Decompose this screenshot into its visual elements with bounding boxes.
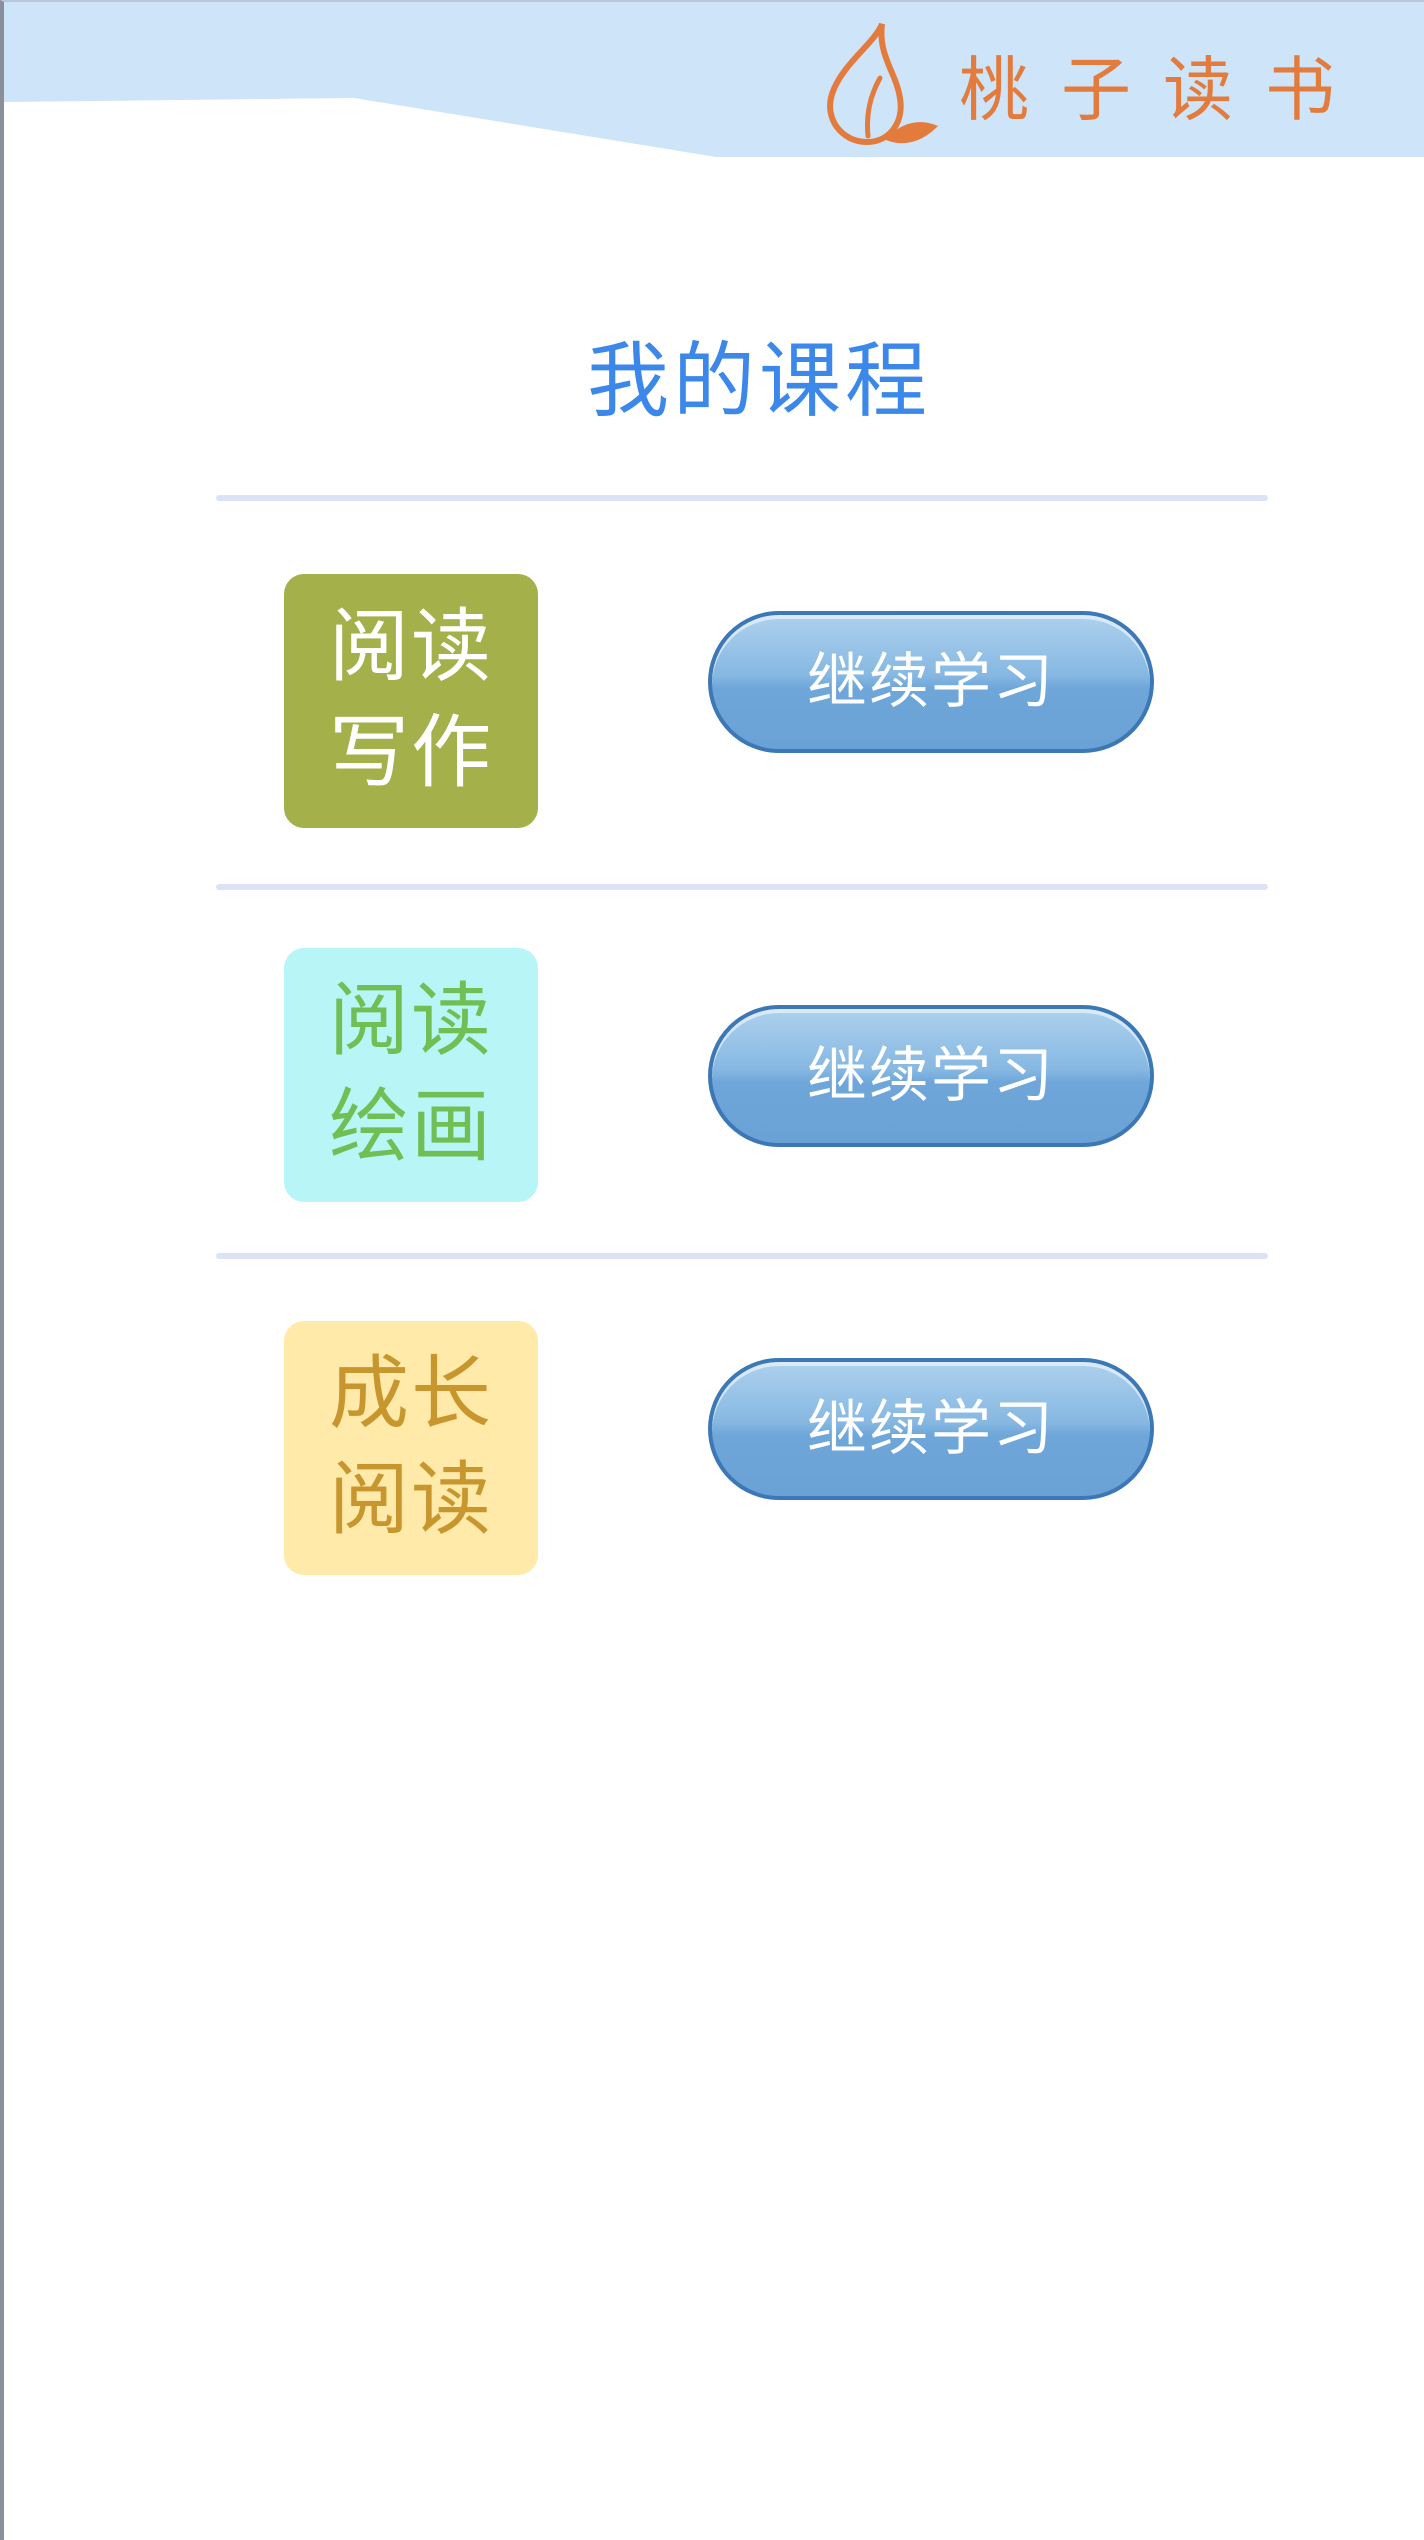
course-tile-line: 成长 [329, 1347, 493, 1440]
divider [216, 884, 1268, 890]
brand-name: 桃子读书 [959, 49, 1367, 131]
continue-learning-button[interactable]: 继续学习 [708, 1005, 1154, 1147]
continue-learning-button[interactable]: 继续学习 [708, 1358, 1154, 1500]
course-tile-line: 阅读 [329, 974, 493, 1067]
course-tile-line: 写作 [329, 706, 493, 799]
course-tile-line: 绘画 [329, 1080, 493, 1173]
course-tile-line: 阅读 [329, 1453, 493, 1546]
app-frame: 桃子读书 我的课程 阅读 写作 继续学习 阅读 绘画 继续学习 成长 阅读 继续… [0, 0, 1424, 2540]
course-tile-line: 阅读 [329, 600, 493, 693]
course-tile-growth-reading[interactable]: 成长 阅读 [284, 1321, 538, 1575]
course-tile-reading-writing[interactable]: 阅读 写作 [284, 574, 538, 828]
course-tile-reading-drawing[interactable]: 阅读 绘画 [284, 948, 538, 1202]
divider [216, 495, 1268, 501]
peach-icon [827, 22, 938, 146]
divider [216, 1253, 1268, 1259]
continue-learning-button[interactable]: 继续学习 [708, 611, 1154, 753]
page-title: 我的课程 [586, 334, 931, 429]
